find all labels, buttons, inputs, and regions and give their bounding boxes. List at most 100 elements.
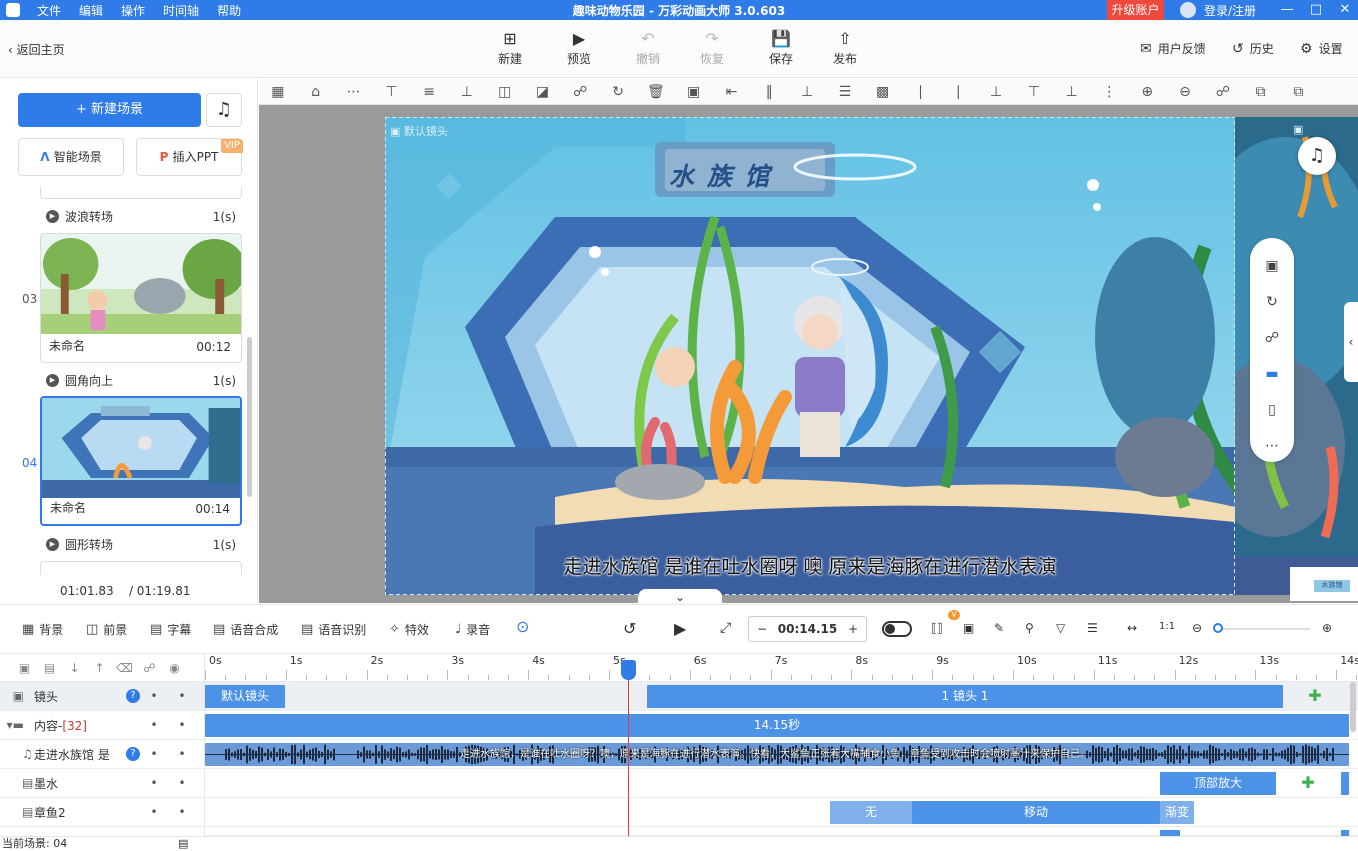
add-keyframe-icon[interactable]: ✚ [1301, 775, 1315, 791]
settings-button[interactable]: ⚙ 设置 [1300, 40, 1343, 57]
time-value[interactable]: 00:14.15 [778, 622, 837, 636]
more-circle-icon[interactable]: ⋯ [335, 84, 373, 100]
help-icon[interactable]: ? [126, 747, 140, 761]
clip-octopus-move[interactable]: 移动 [912, 801, 1160, 824]
sliders-icon[interactable]: ☰ [1087, 621, 1098, 635]
center-v-icon[interactable]: ⋮ [1091, 84, 1129, 100]
replay-icon[interactable]: ↺ [623, 619, 636, 638]
align-base-icon[interactable]: ⊥ [788, 84, 826, 100]
visible-dot[interactable]: • [168, 689, 196, 703]
visible-dot[interactable]: • [168, 805, 196, 819]
lock-dot[interactable]: • [140, 805, 168, 819]
align-vcenter-icon[interactable]: ≡ [410, 84, 448, 100]
chevron-left-icon[interactable]: ‹ [1344, 302, 1358, 382]
document-icon[interactable]: ▤ [178, 837, 188, 851]
clip-octopus-none[interactable]: 无 [830, 801, 912, 824]
music-note-icon[interactable]: ♫ [1298, 137, 1336, 175]
track-content-group[interactable]: ▾▬ 内容-[32] • • [0, 711, 204, 740]
preview-button[interactable]: ▶ 预览 [556, 28, 602, 67]
scene-list-scrollbar[interactable] [247, 337, 252, 497]
help-icon[interactable]: ? [126, 689, 140, 703]
screen-icon[interactable]: ▬ [1250, 356, 1294, 392]
close-icon[interactable]: ✕ [1334, 0, 1356, 20]
flip-vertical-icon[interactable]: ◪ [524, 84, 562, 100]
rotate-icon[interactable]: ↻ [599, 84, 637, 100]
clip-ink-tail[interactable] [1341, 772, 1349, 795]
move-down-icon[interactable]: ↓ [62, 661, 87, 675]
login-button[interactable]: 登录/注册 [1180, 0, 1256, 20]
brush-icon[interactable]: ⚲ [1025, 621, 1034, 635]
minimap[interactable]: 水族馆 [1290, 567, 1358, 601]
scene-card-selected[interactable]: 未命名 00:14 [40, 396, 242, 526]
scene-stage[interactable]: 水 族 馆 [385, 117, 1235, 595]
camera-icon[interactable]: ▣ [963, 621, 974, 635]
trash-icon[interactable]: ⌫ [112, 661, 137, 675]
time-plus-button[interactable]: + [840, 622, 866, 636]
flip-horizontal-icon[interactable]: ◫ [486, 84, 524, 100]
play-icon[interactable]: ▶ [674, 619, 686, 638]
zoom-out-icon[interactable]: ⊖ [1192, 621, 1202, 635]
foreground-button[interactable]: ◫ 前景 [86, 621, 127, 638]
clip-audio-waveform[interactable]: 走进水族馆，是谁在吐水圈呀？噢，原来是海豚在进行潜水表演。快看，大鲨鱼正张着大嘴… [205, 743, 1349, 766]
track-camera[interactable]: ▣ 镜头 ? • • [0, 682, 204, 711]
visible-dot[interactable]: • [168, 747, 196, 761]
lock-dot[interactable]: • [140, 718, 168, 732]
playhead-line[interactable] [628, 660, 629, 836]
track-audio[interactable]: ♫ 走进水族馆 是 ? • • [0, 740, 204, 769]
crop-icon[interactable]: ▣ [675, 84, 713, 100]
zoom-slider-knob[interactable] [1213, 623, 1223, 633]
caption-button[interactable]: ▤ 字幕 [150, 621, 191, 638]
copy-icon[interactable]: ⧉ [1242, 84, 1280, 100]
bracket-icon[interactable]: ⟦⟧ [931, 621, 943, 635]
phone-icon[interactable]: ▯ [1250, 392, 1294, 428]
tts-button[interactable]: ▤ 语音合成 [213, 621, 278, 638]
effects-button[interactable]: ✧ 特效 [389, 621, 429, 638]
visible-dot[interactable]: • [168, 776, 196, 790]
align-right-edge-icon[interactable]: ∣ [939, 84, 977, 100]
group-icon[interactable]: ▩ [864, 84, 902, 100]
distribute-h-icon[interactable]: ‖ [750, 84, 788, 100]
zoom-out-icon[interactable]: ⊖ [1166, 84, 1204, 100]
transition-item[interactable]: ▶ 圆角向上 1(s) [46, 372, 236, 389]
edit-icon[interactable]: ✎ [994, 621, 1004, 635]
top-edge-icon[interactable]: ⊤ [1015, 84, 1053, 100]
transition-item[interactable]: ▶ 圆形转场 1(s) [46, 536, 236, 553]
align-left-icon[interactable]: ⇤ [713, 84, 751, 100]
clip-octopus-fade[interactable]: 渐变 [1160, 801, 1194, 824]
zoom-slider[interactable] [1215, 628, 1310, 630]
more-icon[interactable]: ⋯ [1250, 428, 1294, 464]
publish-button[interactable]: ⇧ 发布 [822, 28, 868, 67]
bottom-edge-icon[interactable]: ⊥ [1053, 84, 1091, 100]
distribute-v-icon[interactable]: ☰ [826, 84, 864, 100]
minimize-icon[interactable]: — [1276, 0, 1298, 20]
playhead-handle[interactable] [621, 660, 636, 680]
lock-icon[interactable]: ☍ [137, 661, 162, 675]
smart-scene-button[interactable]: Λ 智能场景 [18, 138, 124, 176]
zoom-in-icon[interactable]: ⊕ [1128, 84, 1166, 100]
home-icon[interactable]: ⌂ [297, 84, 335, 100]
add-layer-icon[interactable]: ▤ [37, 661, 62, 675]
filter-icon[interactable]: ▽ [1056, 621, 1065, 635]
fullscreen-icon[interactable]: ⤢ [720, 620, 731, 636]
track-octopus[interactable]: ▤ 章鱼2 • • [0, 798, 204, 827]
zoom-in-icon[interactable]: ⊕ [1322, 621, 1332, 635]
align-left-edge-icon[interactable]: ∣ [902, 84, 940, 100]
align-bottom-icon[interactable]: ⊥ [448, 84, 486, 100]
scene-card[interactable]: 未命名 00:12 [40, 233, 242, 363]
trash-icon[interactable]: 🗑 [637, 84, 675, 100]
transition-item[interactable]: ▶ 波浪转场 1(s) [46, 208, 236, 225]
undo-button[interactable]: ↶ 撤销 [625, 28, 671, 67]
fit-screen-icon[interactable]: ▣ [1250, 248, 1294, 284]
toggle-switch[interactable] [882, 621, 912, 637]
maximize-icon[interactable]: □ [1305, 0, 1327, 20]
lock-icon[interactable]: ☍ [561, 84, 599, 100]
clip-content-duration[interactable]: 14.15秒 [205, 714, 1349, 737]
asr-button[interactable]: ▤ 语音识别 [301, 621, 366, 638]
eye-icon[interactable]: ◉ [162, 661, 187, 675]
time-ruler[interactable]: 0s 1s 2s 3s 4s 5s 6s 7s 8s 9s 10s 11s 12s 13s 14s [204, 654, 1358, 682]
scene-card-next[interactable] [40, 561, 242, 575]
center-h-icon[interactable]: ⊥ [977, 84, 1015, 100]
clip-default-camera[interactable]: 默认镜头 [205, 685, 285, 708]
unlock-icon[interactable]: ☍ [1250, 320, 1294, 356]
ruler-icon[interactable]: ▦ [259, 84, 297, 100]
